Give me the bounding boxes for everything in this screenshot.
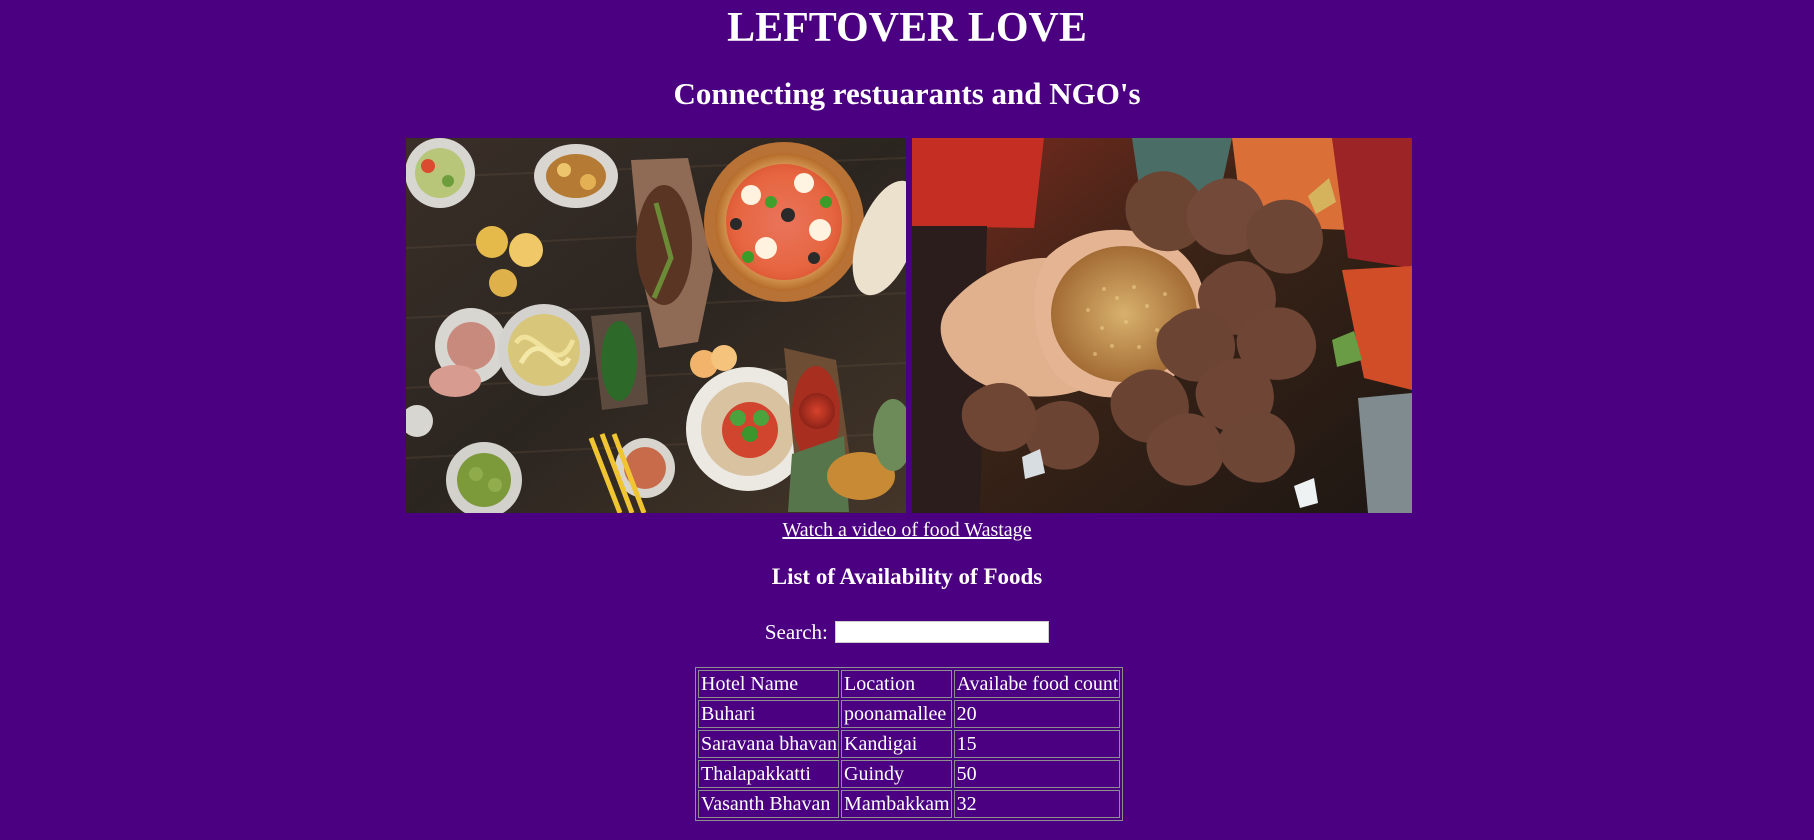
table-row: Buhari poonamallee 20: [698, 700, 1121, 728]
search-input[interactable]: [835, 621, 1050, 644]
table-row: Vasanth Bhavan Mambakkam 32: [698, 790, 1121, 818]
hero-images: [406, 138, 1412, 513]
food-table-wrapper: Hotel Name Location Availabe food count …: [695, 667, 1124, 821]
food-spread-image-svg: [406, 138, 906, 513]
watch-video-link[interactable]: Watch a video of food Wastage: [782, 519, 1031, 541]
food-availability-table: Hotel Name Location Availabe food count …: [695, 667, 1124, 821]
table-row: Saravana bhavan Kandigai 15: [698, 730, 1121, 758]
food-list-title: List of Availability of Foods: [771, 564, 1043, 589]
table-row: Thalapakkatti Guindy 50: [698, 760, 1121, 788]
page: LEFTOVER LOVE Connecting restuarants and…: [0, 0, 1814, 840]
table-header-row: Hotel Name Location Availabe food count: [698, 670, 1121, 698]
food-count-cell: 50: [953, 760, 1121, 788]
hands-receiving-grain-image-svg: [912, 138, 1412, 513]
food-count-header: Availabe food count: [953, 670, 1121, 698]
location-cell: poonamallee: [841, 700, 952, 728]
search-label: Search:: [764, 620, 828, 645]
location-cell: Kandigai: [841, 730, 952, 758]
hotel-name-cell: Thalapakkatti: [698, 760, 840, 788]
hotel-name-header: Hotel Name: [698, 670, 840, 698]
location-cell: Guindy: [841, 760, 952, 788]
food-count-cell: 15: [953, 730, 1121, 758]
hotel-name-cell: Saravana bhavan: [698, 730, 840, 758]
food-count-cell: 20: [953, 700, 1121, 728]
hands-receiving-grain-image: [912, 138, 1412, 513]
food-spread-image: [406, 138, 906, 513]
video-link-row: Watch a video of food Wastage: [0, 518, 1814, 542]
food-count-cell: 32: [953, 790, 1121, 818]
hotel-name-cell: Vasanth Bhavan: [698, 790, 840, 818]
page-subtitle: Connecting restuarants and NGO's: [673, 76, 1141, 111]
hotel-name-cell: Buhari: [698, 700, 840, 728]
search-row: Search:: [0, 617, 1814, 645]
page-title: LEFTOVER LOVE: [727, 5, 1087, 51]
location-cell: Mambakkam: [841, 790, 952, 818]
location-header: Location: [841, 670, 952, 698]
